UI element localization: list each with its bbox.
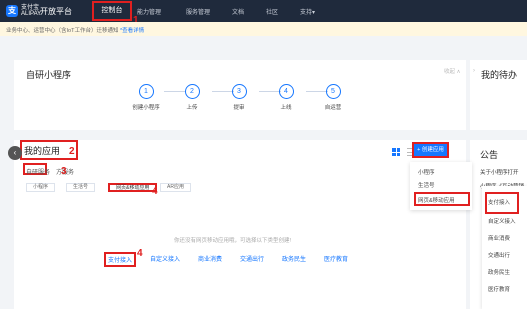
marker-4b: 4 (137, 248, 143, 259)
chip-mini-program[interactable]: 小程序 (26, 183, 56, 192)
step-4: 4 上线 (266, 84, 306, 111)
industry-commerce[interactable]: 商业消费 (198, 254, 222, 263)
empty-hint: 你还没有网页移动应用哦，可选择以下类型创建! (174, 238, 292, 244)
todo-card: 我的待办 (470, 60, 527, 130)
chevron-left-icon[interactable]: ‹ (8, 146, 22, 160)
create-app-button[interactable]: + 创建应用 (412, 142, 449, 158)
nav-capability[interactable]: 能力管理 (137, 7, 161, 16)
chip-ar[interactable]: AR应用 (160, 183, 191, 192)
step-label: 创建小程序 (132, 105, 160, 111)
nav-service[interactable]: 服务管理 (186, 7, 210, 16)
web-mobile-submenu: 支付接入 自定义接入 商业消费 交通出行 政务民生 医疗教育 (482, 186, 527, 309)
announce-line[interactable]: 关于小程序打开 (480, 168, 519, 176)
notice-bar: 业务中心、运营中心（含IoT工作台）迁移通知 *查看详情 (0, 22, 527, 36)
submenu-payment[interactable]: 支付接入 (488, 198, 510, 206)
submenu-government[interactable]: 政务民生 (488, 268, 510, 276)
submenu-transport[interactable]: 交通出行 (488, 251, 510, 259)
step-number: 5 (325, 84, 341, 99)
step-label: 自运营 (324, 105, 342, 111)
industry-transport[interactable]: 交通出行 (240, 254, 264, 263)
mini-program-steps-card: 自研小程序 收起 ∧ 1 创建小程序 2 上传 3 提审 4 上线 5 自运营 (14, 60, 466, 130)
nav-console[interactable]: 控制台 (92, 1, 132, 21)
step-label: 上传 (186, 105, 198, 111)
dropdown-life-account[interactable]: 生活号 (418, 181, 435, 189)
top-nav: 支 支付宝 ALIPAY 开放平台 控制台 能力管理 服务管理 文档 社区 支持… (0, 0, 527, 22)
platform-title: 开放平台 (40, 7, 72, 16)
todo-title: 我的待办 (481, 70, 518, 80)
step-label: 提审 (233, 105, 245, 111)
logo-text: 支付宝 ALIPAY (21, 5, 42, 17)
dropdown-web-mobile[interactable]: 网页&移动应用 (418, 196, 455, 204)
marker-4: 4 (152, 186, 158, 197)
submenu-medical-edu[interactable]: 医疗教育 (488, 285, 510, 293)
industry-custom[interactable]: 自定义接入 (150, 254, 180, 263)
create-app-dropdown: 小程序 生活号 网页&移动应用 (410, 162, 472, 210)
collapse-toggle[interactable]: 收起 ∧ (444, 67, 461, 75)
step-1: 1 创建小程序 (126, 84, 166, 111)
nav-docs[interactable]: 文档 (232, 7, 244, 16)
marker-3: 3 (61, 166, 67, 177)
step-label: 上线 (280, 105, 292, 111)
steps-card-title: 自研小程序 (26, 70, 72, 80)
step-number: 3 (231, 84, 247, 99)
industry-payment[interactable]: 支付接入 (104, 252, 137, 267)
nav-support[interactable]: 支持▾ (300, 7, 315, 16)
industry-medical-edu[interactable]: 医疗教育 (324, 254, 348, 263)
dropdown-mini-program[interactable]: 小程序 (418, 168, 435, 176)
industry-government[interactable]: 政务民生 (282, 254, 306, 263)
alipay-logo[interactable]: 支 支付宝 ALIPAY (6, 5, 41, 17)
step-2: 2 上传 (172, 84, 212, 111)
grid-view-icon[interactable] (392, 148, 401, 157)
step-number: 2 (184, 84, 200, 99)
chip-web-mobile[interactable]: 网页&移动应用 (108, 183, 158, 192)
submenu-commerce[interactable]: 商业消费 (488, 234, 510, 242)
chip-life-account[interactable]: 生活号 (66, 183, 96, 192)
step-3: 3 提审 (219, 84, 259, 111)
nav-community[interactable]: 社区 (266, 7, 278, 16)
chevron-right-icon[interactable]: › (473, 68, 475, 74)
tab-self-developed[interactable]: 自研服务 (26, 167, 50, 176)
marker-2: 2 (69, 146, 75, 157)
step-number: 4 (278, 84, 294, 99)
step-number: 1 (138, 84, 154, 99)
announce-title: 公告 (480, 150, 499, 160)
step-5: 5 自运营 (313, 84, 353, 111)
notice-text: 业务中心、运营中心（含IoT工作台）迁移通知 (6, 28, 119, 34)
notice-link[interactable]: *查看详情 (120, 28, 144, 34)
my-apps-card: 我的应用 自研服务 方服务 小程序 生活号 网页&移动应用 AR应用 你还没有网… (14, 140, 466, 309)
apps-title: 我的应用 (24, 146, 61, 156)
submenu-custom[interactable]: 自定义接入 (488, 217, 516, 225)
alipay-logo-icon: 支 (6, 5, 18, 17)
